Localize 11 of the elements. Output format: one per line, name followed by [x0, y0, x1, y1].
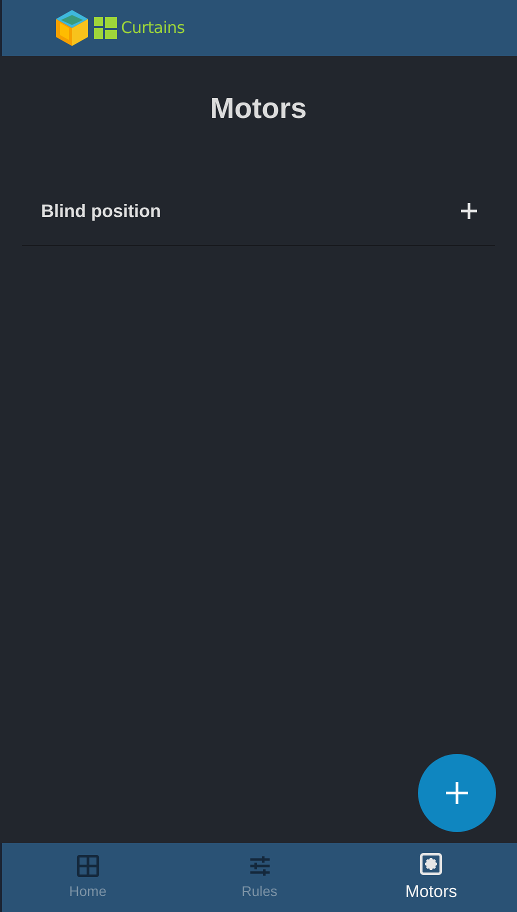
plus-icon — [461, 203, 477, 219]
nav-tab[interactable]: Motors — [345, 843, 517, 912]
grid-icon — [74, 853, 101, 879]
gear-icon — [418, 850, 444, 877]
tiles-logo-icon — [94, 17, 117, 39]
accordion-item[interactable]: Blind position — [22, 178, 495, 246]
plus-icon — [446, 782, 468, 804]
page-title: Motors — [210, 92, 307, 127]
section-title: Blind position — [41, 200, 161, 223]
app-name: Curtains — [121, 17, 185, 39]
cube-logo-icon — [54, 9, 90, 47]
